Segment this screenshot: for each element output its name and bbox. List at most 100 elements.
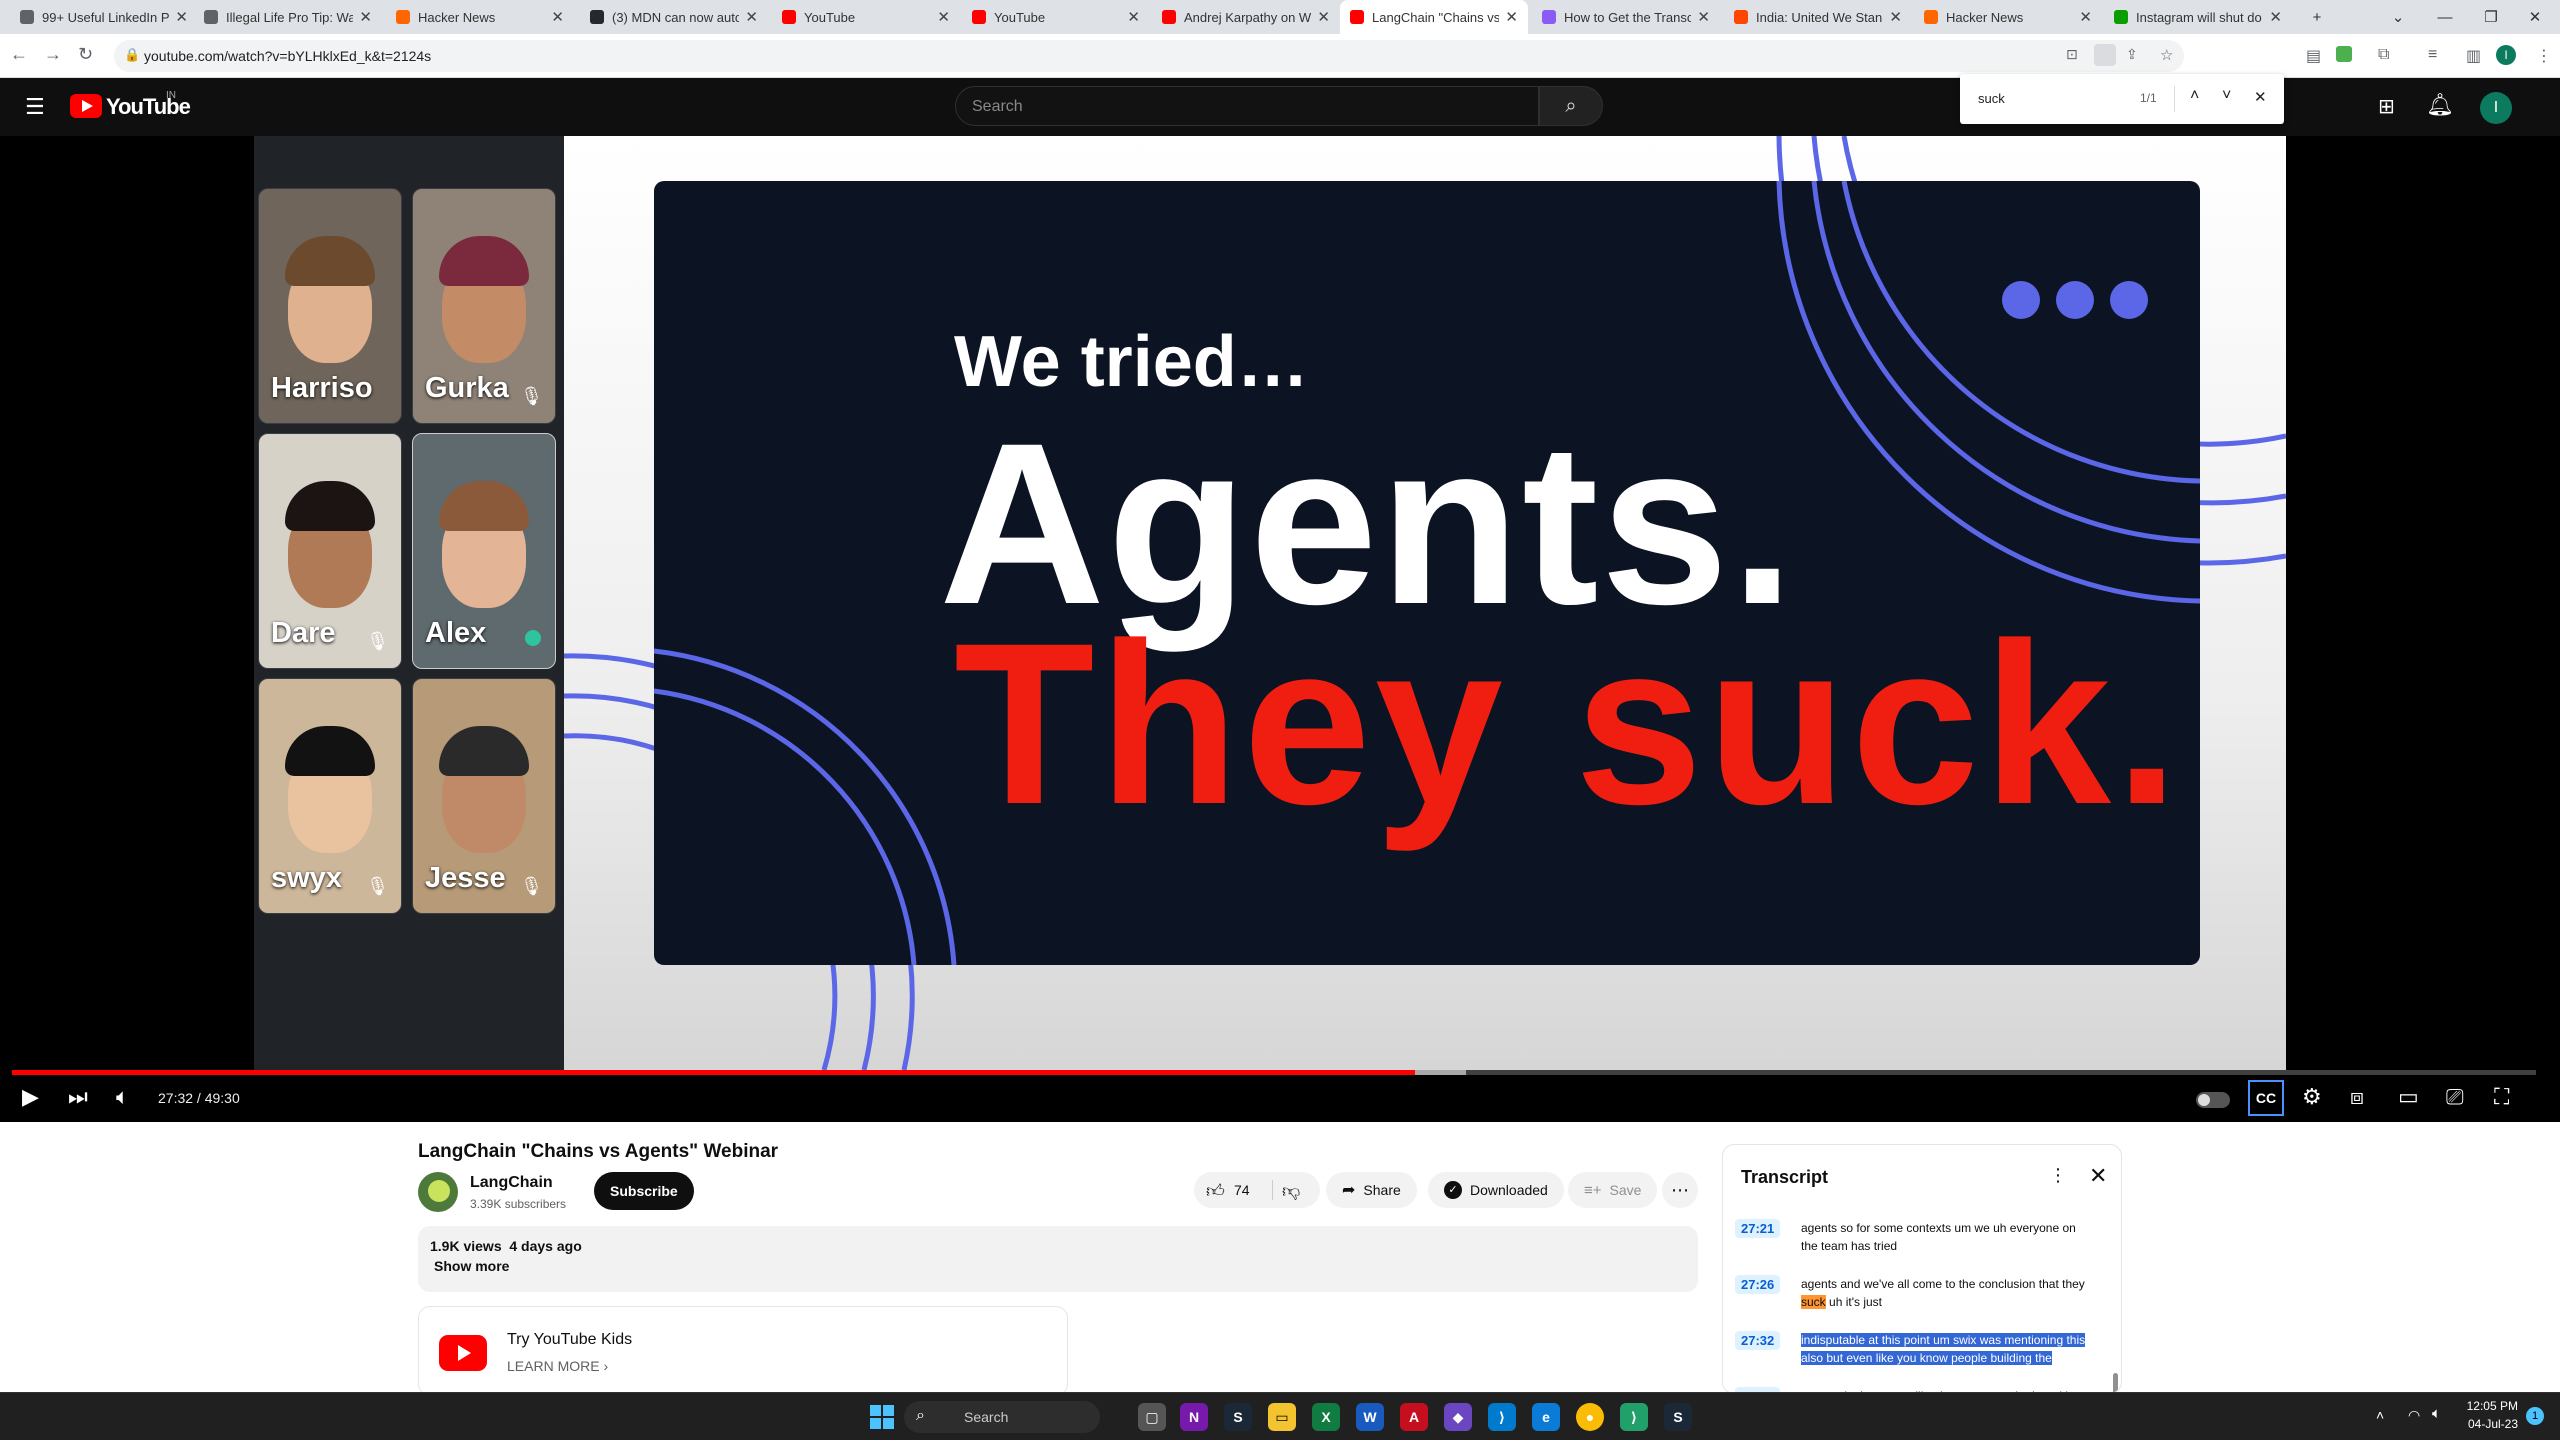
notification-badge-icon[interactable]: 1 [2526,1407,2544,1425]
browser-tab[interactable]: Illegal Life Pro Tip: Wa ✕ [194,0,382,34]
wifi-icon[interactable]: ◠ [2408,1407,2420,1424]
browser-tab[interactable]: India: United We Stan ✕ [1724,0,1912,34]
new-tab-button[interactable]: + [2302,0,2332,34]
excel-icon[interactable]: X [1312,1403,1340,1431]
reader-mode-icon[interactable] [2094,44,2116,66]
guide-menu-icon[interactable]: ☰ [25,94,45,120]
segment-timestamp[interactable]: 27:32 [1735,1331,1781,1350]
browser-tab[interactable]: Hacker News ✕ [1914,0,2102,34]
transcript-close-icon[interactable]: ✕ [2089,1163,2107,1189]
show-more-link[interactable]: Show more [434,1258,509,1274]
notifications-bell-icon[interactable]: 🔔︎ [2426,92,2454,118]
youtube-logo-text[interactable]: YouTube [106,94,191,120]
browser-tab[interactable]: (3) MDN can now auto ✕ [580,0,768,34]
captions-button[interactable]: CC [2248,1080,2284,1116]
transcript-segment[interactable]: 27:26 agents and we've all come to the co… [1723,1269,2111,1319]
save-button[interactable]: ≡+ Save [1568,1172,1658,1208]
browser-tab[interactable]: How to Get the Transc ✕ [1532,0,1720,34]
steam-client-icon[interactable]: S [1664,1403,1692,1431]
find-next-icon[interactable]: ˅ [2222,87,2231,105]
youtube-logo-icon[interactable] [70,94,102,118]
tab-close-icon[interactable]: ✕ [1889,8,1902,26]
word-icon[interactable]: W [1356,1403,1384,1431]
cast-icon[interactable]: ⎚ [2446,1084,2464,1110]
find-input[interactable]: suck [1978,91,2005,106]
start-windows-icon[interactable] [870,1405,894,1429]
transcript-menu-icon[interactable]: ⋮ [2049,1165,2067,1186]
vscode-icon[interactable]: ⟩ [1488,1403,1516,1431]
install-app-icon[interactable]: ⊡ [2066,46,2078,63]
task-view-icon[interactable]: ▢ [1138,1403,1166,1431]
browser-tab[interactable]: Andrej Karpathy on W ✕ [1152,0,1340,34]
back-icon[interactable]: ← [10,44,28,65]
puzzle-extensions-icon[interactable]: ⧉ [2378,46,2389,64]
browser-tab[interactable]: Hacker News ✕ [386,0,574,34]
download-button[interactable]: ✓ Downloaded [1428,1172,1564,1208]
lock-icon[interactable]: 🔒 [124,47,140,63]
tab-search-icon[interactable]: ⌄ [2386,0,2410,34]
find-close-icon[interactable]: ✕ [2254,88,2267,106]
taskbar-search[interactable]: ⌕ Search [904,1401,1100,1433]
segment-timestamp[interactable]: 27:26 [1735,1275,1781,1294]
more-actions-icon[interactable]: ⋯ [1662,1172,1698,1208]
tab-close-icon[interactable]: ✕ [551,8,564,26]
close-window-button[interactable]: ✕ [2518,0,2552,34]
theater-mode-icon[interactable]: ▭ [2398,1084,2419,1110]
taskbar-clock-date[interactable]: 04-Jul-23 [2462,1417,2518,1431]
share-button[interactable]: ➦ Share [1326,1172,1417,1208]
like-count[interactable]: 74 [1234,1182,1250,1198]
steam-icon[interactable]: S [1224,1403,1252,1431]
tab-close-icon[interactable]: ✕ [2079,8,2092,26]
bookmark-star-icon[interactable]: ☆ [2160,46,2173,64]
settings-gear-icon[interactable]: ⚙ [2302,1084,2322,1110]
autoplay-toggle[interactable] [2196,1092,2230,1108]
progress-bar[interactable] [12,1070,2536,1075]
tab-close-icon[interactable]: ✕ [1505,8,1518,26]
edge-icon[interactable]: e [1532,1403,1560,1431]
tab-close-icon[interactable]: ✕ [1697,8,1710,26]
search-input[interactable]: Search [955,86,1539,126]
browser-menu-icon[interactable]: ⋮ [2536,46,2552,66]
browser-tab[interactable]: 99+ Useful LinkedIn P ✕ [10,0,198,34]
tab-close-icon[interactable]: ✕ [937,8,950,26]
adobe-app-icon[interactable]: A [1400,1403,1428,1431]
tab-close-icon[interactable]: ✕ [2269,8,2282,26]
browser-tab[interactable]: LangChain "Chains vs ✕ [1340,0,1528,34]
tray-overflow-icon[interactable]: ˄ [2376,1407,2384,1423]
address-bar[interactable]: 🔒 youtube.com/watch?v=bYLHklxEd_k&t=2124… [114,40,2184,72]
browser-tab[interactable]: YouTube ✕ [772,0,960,34]
minimize-window-button[interactable]: — [2428,0,2462,34]
channel-name[interactable]: LangChain [470,1174,553,1192]
tab-close-icon[interactable]: ✕ [1317,8,1330,26]
channel-avatar[interactable] [418,1172,458,1212]
tab-close-icon[interactable]: ✕ [359,8,372,26]
tab-close-icon[interactable]: ✕ [175,8,188,26]
transcript-segment[interactable]: 27:32 indisputable at this point um swix … [1723,1325,2111,1375]
dislike-icon[interactable]: 👎︎ [1282,1180,1300,1202]
segment-timestamp[interactable]: 27:21 [1735,1219,1781,1238]
side-panel-icon[interactable]: ▥ [2466,46,2481,66]
file-explorer-icon[interactable]: ▭ [1268,1403,1296,1431]
transcript-scrollbar[interactable] [2113,1373,2118,1393]
onenote-icon[interactable]: N [1180,1403,1208,1431]
miniplayer-icon[interactable]: ⧈ [2350,1084,2364,1110]
account-avatar[interactable]: I [2480,92,2512,124]
obsidian-icon[interactable]: ◆ [1444,1403,1472,1431]
extension-icon[interactable]: ▤ [2306,46,2321,66]
tab-close-icon[interactable]: ✕ [745,8,758,26]
vscode-insiders-icon[interactable]: ⟩ [1620,1403,1648,1431]
tab-close-icon[interactable]: ✕ [1127,8,1140,26]
volume-icon[interactable]: 🔈︎ [116,1084,129,1110]
fullscreen-icon[interactable]: ⛶ [2494,1084,2509,1110]
description-box[interactable]: 1.9K views 4 days ago Show more [418,1226,1698,1292]
profile-avatar[interactable]: I [2496,45,2516,65]
browser-tab[interactable]: Instagram will shut do ✕ [2104,0,2292,34]
subscribe-button[interactable]: Subscribe [594,1172,694,1210]
media-controls-icon[interactable]: ≡ [2428,46,2437,64]
video-player[interactable]: Harriso Gurka 🎙︎ Dare 🎙︎ Alex swyx 🎙︎ Jesse 🎙︎ [0,136,2560,1122]
reload-icon[interactable]: ↻ [78,44,93,65]
chrome-icon[interactable]: ● [1576,1403,1604,1431]
share-icon[interactable]: ⇪ [2126,46,2138,63]
create-video-icon[interactable]: ⊞ [2378,94,2395,119]
green-extension-icon[interactable] [2336,46,2352,62]
